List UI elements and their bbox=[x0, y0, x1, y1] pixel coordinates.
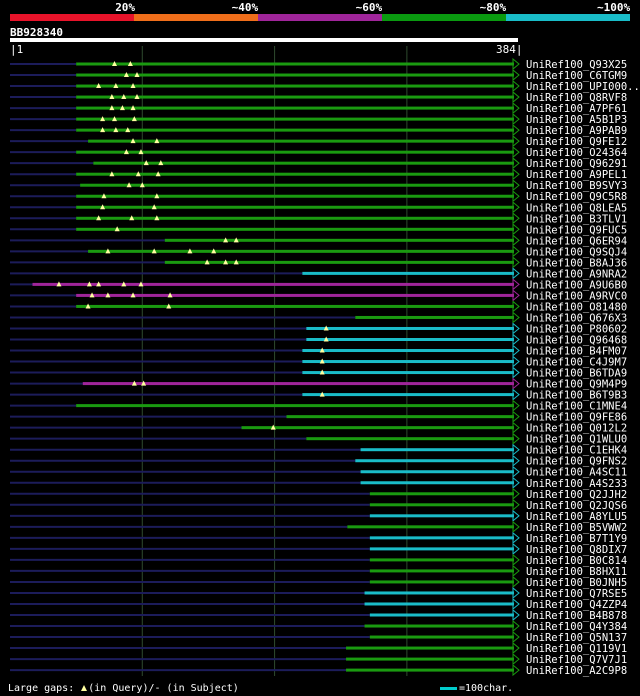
hit-bar bbox=[355, 459, 514, 463]
hit-bar bbox=[286, 415, 514, 419]
hit-bar bbox=[76, 95, 514, 99]
hit-bar bbox=[302, 360, 514, 364]
hit-bar bbox=[369, 514, 514, 518]
hit-bar bbox=[306, 326, 514, 330]
hit-bar bbox=[302, 371, 514, 375]
hit-bar bbox=[76, 404, 514, 408]
hit-bar bbox=[164, 238, 514, 242]
hit-bar bbox=[76, 194, 514, 198]
hit-bar bbox=[76, 62, 514, 66]
hit-bar bbox=[302, 393, 514, 397]
hit-bar bbox=[369, 547, 514, 551]
hit-bar bbox=[369, 569, 514, 573]
gap-legend-prefix: Large gaps: bbox=[8, 683, 75, 694]
hit-label: UniRef100_A2C9P8 bbox=[526, 665, 627, 677]
query-gap-icon bbox=[81, 685, 88, 691]
hit-bar bbox=[76, 84, 514, 88]
hit-bar bbox=[306, 437, 514, 441]
hit-bar bbox=[369, 503, 514, 507]
subject-gap-text: - (in Subject) bbox=[154, 683, 239, 694]
alignment-plot: UniRef100_Q93X25UniRef100_C6TGM9UniRef10… bbox=[10, 46, 640, 677]
hit-bar bbox=[76, 73, 514, 77]
hit-bar bbox=[364, 624, 514, 628]
hit-bar bbox=[76, 172, 514, 176]
hit-bar bbox=[76, 106, 514, 110]
hit-bar bbox=[80, 183, 514, 187]
scale-note: =100char. bbox=[459, 683, 514, 694]
hit-bar bbox=[76, 216, 514, 220]
hit-bar bbox=[88, 249, 514, 253]
gap-legend: Large gaps: (in Query)/- (in Subject) bbox=[8, 683, 239, 694]
hit-bar bbox=[369, 613, 514, 617]
hit-bar bbox=[76, 293, 514, 297]
hit-bar bbox=[355, 315, 514, 319]
hit-bar bbox=[346, 657, 514, 661]
hit-bar bbox=[82, 382, 515, 386]
hit-bar bbox=[360, 470, 514, 474]
hit-bar bbox=[347, 525, 514, 529]
hit-bar bbox=[369, 558, 514, 562]
hit-bar bbox=[32, 282, 514, 286]
hit-bar bbox=[76, 304, 514, 308]
hit-bar bbox=[369, 580, 514, 584]
hit-bar bbox=[360, 448, 514, 452]
hit-bar bbox=[364, 602, 514, 606]
hit-bar bbox=[241, 426, 514, 430]
hit-bar bbox=[369, 492, 514, 496]
hit-bar bbox=[76, 227, 514, 231]
hit-bar bbox=[164, 260, 514, 264]
hit-bar bbox=[369, 635, 514, 639]
hit-bar bbox=[76, 117, 514, 121]
query-gap-text: (in Query) bbox=[88, 683, 149, 694]
hit-bar bbox=[346, 668, 514, 672]
hit-bar bbox=[364, 591, 514, 595]
scale-sample-bar bbox=[440, 686, 457, 690]
hit-bar bbox=[302, 271, 514, 275]
hit-bar bbox=[88, 139, 514, 143]
hit-bar bbox=[346, 646, 514, 650]
hit-bar bbox=[369, 536, 514, 540]
hit-bar bbox=[76, 128, 514, 132]
scale-legend: =100char. bbox=[440, 683, 513, 694]
hit-bar bbox=[302, 349, 514, 353]
hit-bar bbox=[76, 205, 514, 209]
hit-bar bbox=[306, 338, 514, 341]
hit-bar bbox=[93, 161, 514, 165]
hit-bar bbox=[360, 481, 514, 485]
